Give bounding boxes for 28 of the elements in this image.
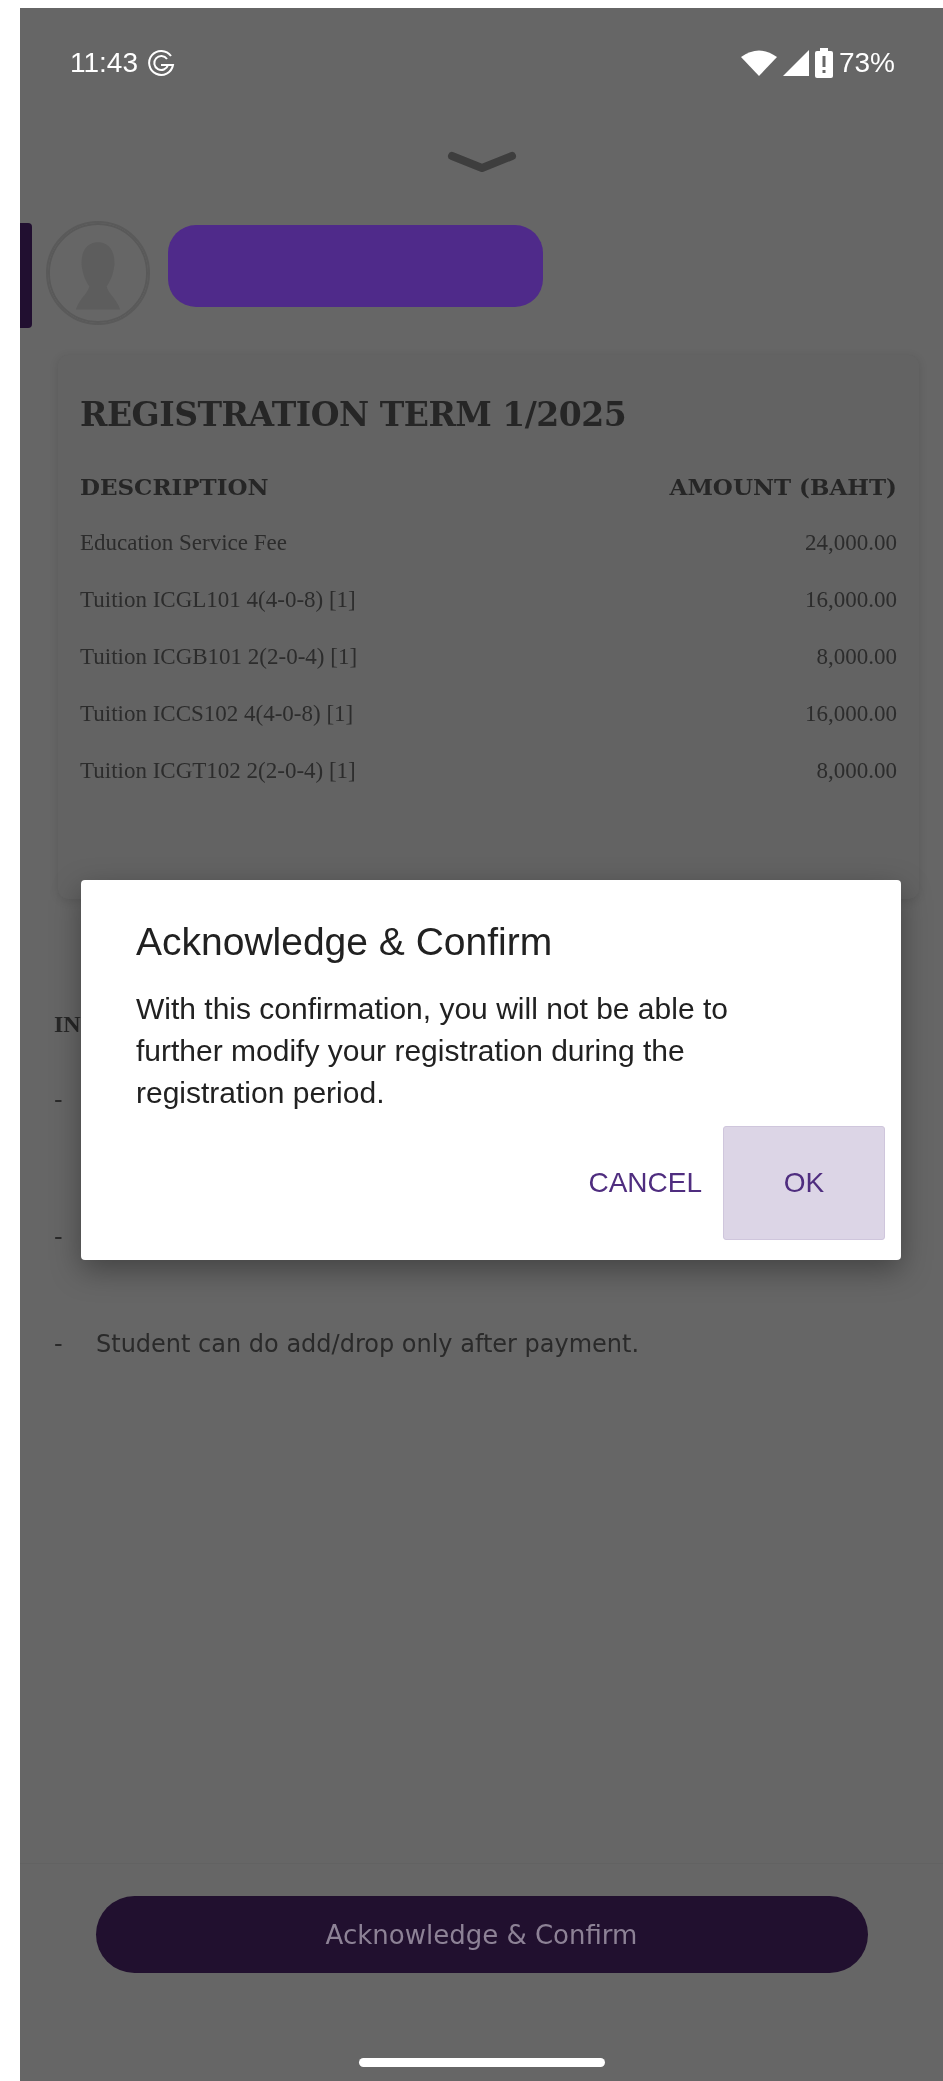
dialog-title: Acknowledge & Confirm xyxy=(136,920,554,964)
dialog-button[interactable]: OK xyxy=(723,1126,885,1240)
acknowledge-confirm-button[interactable]: Acknowledge & Confirm xyxy=(95,1896,868,1973)
fee-amount: 16,000.00 xyxy=(805,586,897,613)
chevron-down-icon[interactable] xyxy=(446,151,517,173)
battery-percent: 73% xyxy=(838,47,895,79)
bullet-dash: - xyxy=(54,1223,64,1251)
fee-amount: 8,000.00 xyxy=(816,757,897,784)
bullet-dash: - xyxy=(54,1086,64,1114)
g-logo-icon xyxy=(146,48,176,78)
signal-icon xyxy=(782,50,809,76)
fee-description: Education Service Fee xyxy=(80,529,287,556)
note-text: Student can do add/drop only after payment. xyxy=(96,1330,640,1358)
battery-icon xyxy=(814,48,833,78)
dialog-message: With this confirmation, you will not be able to further modify your registration during the registration period. xyxy=(136,991,729,1111)
column-header: AMOUNT (BAHT) xyxy=(669,472,897,500)
section-heading: IN xyxy=(54,1011,81,1039)
fee-amount: 16,000.00 xyxy=(805,700,897,727)
fee-amount: 8,000.00 xyxy=(816,643,897,670)
side-tab[interactable] xyxy=(20,223,32,328)
home-indicator[interactable] xyxy=(358,2058,605,2067)
fee-amount: 24,000.00 xyxy=(805,529,897,556)
dialog-button[interactable]: CANCEL xyxy=(587,1126,703,1240)
card-title: REGISTRATION TERM 1/2025 xyxy=(80,395,628,434)
bullet-dash: - xyxy=(54,1330,64,1358)
column-header: DESCRIPTION xyxy=(80,472,269,500)
wifi-icon xyxy=(740,50,777,76)
clock-time: 11:43 xyxy=(70,47,138,79)
